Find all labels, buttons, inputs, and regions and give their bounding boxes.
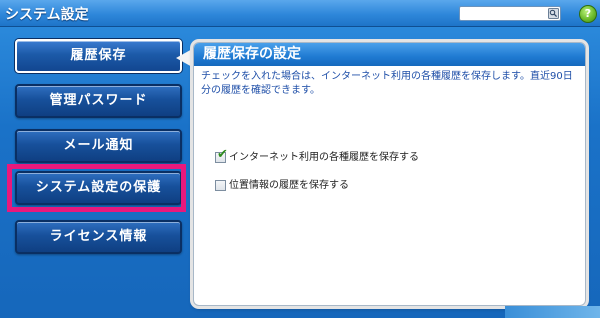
- search-icon[interactable]: [548, 8, 559, 19]
- window-title: システム設定: [5, 7, 89, 23]
- sidebar-item-label: 管理パスワード: [49, 93, 148, 108]
- search-input[interactable]: [461, 7, 548, 20]
- sidebar-item-admin-password[interactable]: 管理パスワード: [15, 84, 182, 118]
- option-label: 位置情報の履歴を保存する: [229, 180, 349, 191]
- search-box[interactable]: [459, 6, 561, 21]
- panel-pointer: [176, 48, 194, 68]
- checkbox[interactable]: ✔: [215, 148, 228, 163]
- sidebar-item-license-info[interactable]: ライセンス情報: [15, 220, 182, 254]
- sidebar-item-label: 履歴保存: [70, 48, 127, 63]
- sidebar-item-label: ライセンス情報: [49, 229, 148, 244]
- background-decoration: [505, 306, 600, 318]
- sidebar-item-label: メール通知: [63, 138, 134, 153]
- checkbox[interactable]: [215, 180, 226, 191]
- highlight-frame: [7, 164, 186, 212]
- sidebar-item-mail-notify[interactable]: メール通知: [15, 129, 182, 163]
- settings-panel: 履歴保存の設定 チェックを入れた場合は、インターネット利用の各種履歴を保存します…: [193, 42, 586, 306]
- panel-description: チェックを入れた場合は、インターネット利用の各種履歴を保存します。直近90日分の…: [201, 71, 573, 96]
- help-icon[interactable]: ?: [579, 5, 597, 23]
- panel-title: 履歴保存の設定: [194, 43, 585, 66]
- sidebar-item-history-save[interactable]: 履歴保存: [15, 39, 182, 73]
- option-label: インターネット利用の各種履歴を保存する: [229, 152, 419, 163]
- title-bar: システム設定 ?: [0, 0, 600, 27]
- checkmark-icon: ✔: [217, 147, 228, 162]
